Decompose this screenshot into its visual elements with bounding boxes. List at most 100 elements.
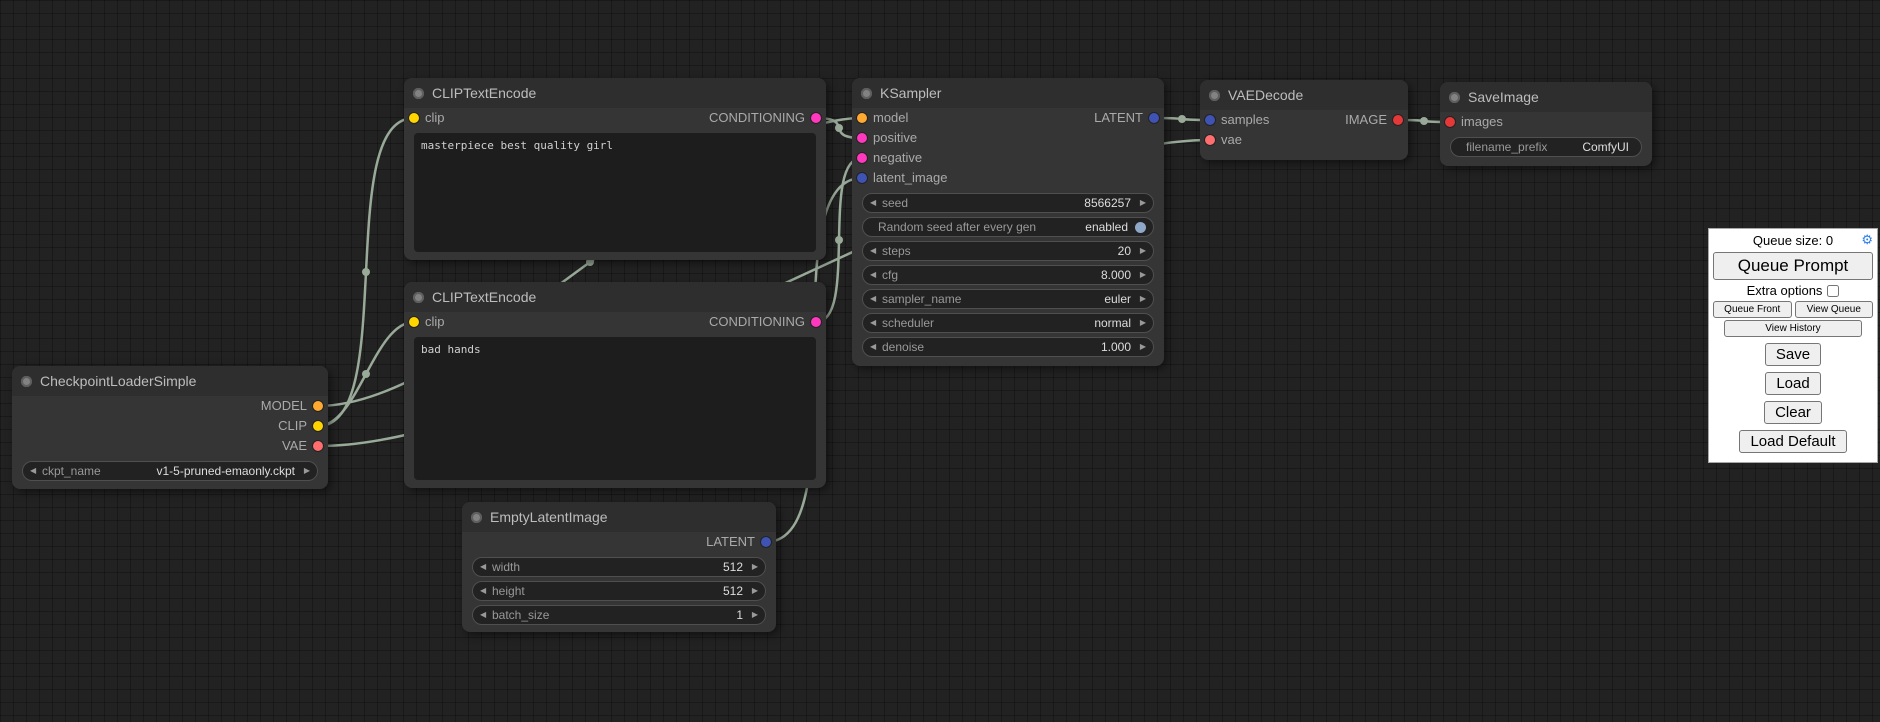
load-default-button[interactable]: Load Default [1739,430,1846,453]
view-queue-button[interactable]: View Queue [1795,301,1874,318]
widget-scheduler[interactable]: ◀schedulernormal▶ [862,313,1154,333]
link-midpoint-dot [362,370,370,378]
node-collapse-dot-icon[interactable] [413,88,424,99]
decrement-arrow-icon[interactable]: ◀ [480,557,490,577]
input-slot-negative-dot[interactable] [857,153,867,163]
output-slot-label: CLIP [278,416,307,436]
widget-denoise[interactable]: ◀denoise1.000▶ [862,337,1154,357]
widget-cfg[interactable]: ◀cfg8.000▶ [862,265,1154,285]
increment-arrow-icon[interactable]: ▶ [300,461,310,481]
node-title-bar[interactable]: CLIPTextEncode [404,78,826,108]
increment-arrow-icon[interactable]: ▶ [1136,289,1146,309]
decrement-arrow-icon[interactable]: ◀ [870,337,880,357]
output-slot-vae-dot[interactable] [313,441,323,451]
output-slot-image-dot[interactable] [1393,115,1403,125]
input-slot-latent-image-dot[interactable] [857,173,867,183]
output-slot-label: IMAGE [1345,110,1387,130]
slot-row: positive [852,128,1164,148]
extra-options-checkbox[interactable] [1827,285,1839,297]
increment-arrow-icon[interactable]: ▶ [1136,265,1146,285]
widget-batch-size[interactable]: ◀batch_size1▶ [472,605,766,625]
widget-width[interactable]: ◀width512▶ [472,557,766,577]
node-collapse-dot-icon[interactable] [1209,90,1220,101]
widget-value: 20 [1118,244,1131,258]
node-checkpointloadersimple[interactable]: CheckpointLoaderSimpleMODELCLIPVAE◀ckpt_… [12,366,328,489]
widget-filename-prefix[interactable]: filename_prefixComfyUI [1450,137,1642,157]
decrement-arrow-icon[interactable]: ◀ [480,581,490,601]
input-slot-images-dot[interactable] [1445,117,1455,127]
increment-arrow-icon[interactable]: ▶ [1136,193,1146,213]
widget-random-seed-after-every-gen[interactable]: Random seed after every genenabled [862,217,1154,237]
queue-prompt-button[interactable]: Queue Prompt [1713,252,1873,280]
save-button[interactable]: Save [1765,343,1821,366]
graph-canvas[interactable]: Queue size: 0 ⚙ Queue Prompt Extra optio… [0,0,1880,722]
input-slot-clip-dot[interactable] [409,317,419,327]
node-collapse-dot-icon[interactable] [861,88,872,99]
node-saveimage[interactable]: SaveImageimagesfilename_prefixComfyUI [1440,82,1652,166]
node-title: EmptyLatentImage [490,509,608,525]
node-collapse-dot-icon[interactable] [21,376,32,387]
widget-label: width [492,560,520,574]
node-title-bar[interactable]: KSampler [852,78,1164,108]
node-title-bar[interactable]: CheckpointLoaderSimple [12,366,328,396]
node-emptylatentimage[interactable]: EmptyLatentImageLATENT◀width512▶◀height5… [462,502,776,632]
input-slot-label: clip [425,312,445,332]
input-slot-samples-dot[interactable] [1205,115,1215,125]
widget-value: 1.000 [1101,340,1131,354]
node-title-bar[interactable]: VAEDecode [1200,80,1408,110]
output-slot-latent-dot[interactable] [761,537,771,547]
queue-front-button[interactable]: Queue Front [1713,301,1792,318]
prompt-textarea[interactable] [414,337,816,480]
output-slot-model-dot[interactable] [313,401,323,411]
widget-sampler-name[interactable]: ◀sampler_nameeuler▶ [862,289,1154,309]
increment-arrow-icon[interactable]: ▶ [748,557,758,577]
node-vaedecode[interactable]: VAEDecodesamplesIMAGEvae [1200,80,1408,160]
output-slot-clip-dot[interactable] [313,421,323,431]
widgets-area: ◀width512▶◀height512▶◀batch_size1▶ [472,557,766,624]
node-collapse-dot-icon[interactable] [471,512,482,523]
node-title-bar[interactable]: SaveImage [1440,82,1652,112]
decrement-arrow-icon[interactable]: ◀ [870,241,880,261]
widget-seed[interactable]: ◀seed8566257▶ [862,193,1154,213]
link-midpoint-dot [1178,115,1186,123]
settings-gear-icon[interactable]: ⚙ [1861,232,1873,247]
decrement-arrow-icon[interactable]: ◀ [30,461,40,481]
decrement-arrow-icon[interactable]: ◀ [870,289,880,309]
node-title-bar[interactable]: CLIPTextEncode [404,282,826,312]
node-cliptextencode[interactable]: CLIPTextEncodeclipCONDITIONING [404,282,826,488]
input-slot-model-dot[interactable] [857,113,867,123]
widget-height[interactable]: ◀height 512 ▶ [472,581,766,601]
slot-row: clipCONDITIONING [404,312,826,332]
load-button[interactable]: Load [1765,372,1820,395]
input-slot-vae-dot[interactable] [1205,135,1215,145]
increment-arrow-icon[interactable]: ▶ [1136,241,1146,261]
widget-label: height [492,584,525,598]
decrement-arrow-icon[interactable]: ◀ [480,605,490,625]
input-slot-positive-dot[interactable] [857,133,867,143]
widgets-area: ◀seed8566257▶ Random seed after every gen… [862,193,1154,358]
increment-arrow-icon[interactable]: ▶ [1136,337,1146,357]
node-title-bar[interactable]: EmptyLatentImage [462,502,776,532]
input-slot-clip-dot[interactable] [409,113,419,123]
decrement-arrow-icon[interactable]: ◀ [870,265,880,285]
toggle-indicator[interactable] [1135,222,1146,233]
decrement-arrow-icon[interactable]: ◀ [870,193,880,213]
widget-value: 512 [723,584,743,598]
increment-arrow-icon[interactable]: ▶ [748,581,758,601]
output-slot-conditioning-dot[interactable] [811,113,821,123]
node-ksampler[interactable]: KSamplermodelLATENTpositivenegativelaten… [852,78,1164,366]
output-slot-conditioning-dot[interactable] [811,317,821,327]
decrement-arrow-icon[interactable]: ◀ [870,313,880,333]
view-history-button[interactable]: View History [1724,320,1862,337]
node-collapse-dot-icon[interactable] [413,292,424,303]
node-cliptextencode[interactable]: CLIPTextEncodeclipCONDITIONING [404,78,826,260]
slot-row: LATENT [462,532,776,552]
increment-arrow-icon[interactable]: ▶ [1136,313,1146,333]
node-collapse-dot-icon[interactable] [1449,92,1460,103]
widget-steps[interactable]: ◀steps20▶ [862,241,1154,261]
prompt-textarea[interactable] [414,133,816,252]
clear-button[interactable]: Clear [1764,401,1822,424]
increment-arrow-icon[interactable]: ▶ [748,605,758,625]
widget-ckpt-name[interactable]: ◀ckpt_namev1-5-pruned-emaonly.ckpt▶ [22,461,318,481]
output-slot-latent-dot[interactable] [1149,113,1159,123]
